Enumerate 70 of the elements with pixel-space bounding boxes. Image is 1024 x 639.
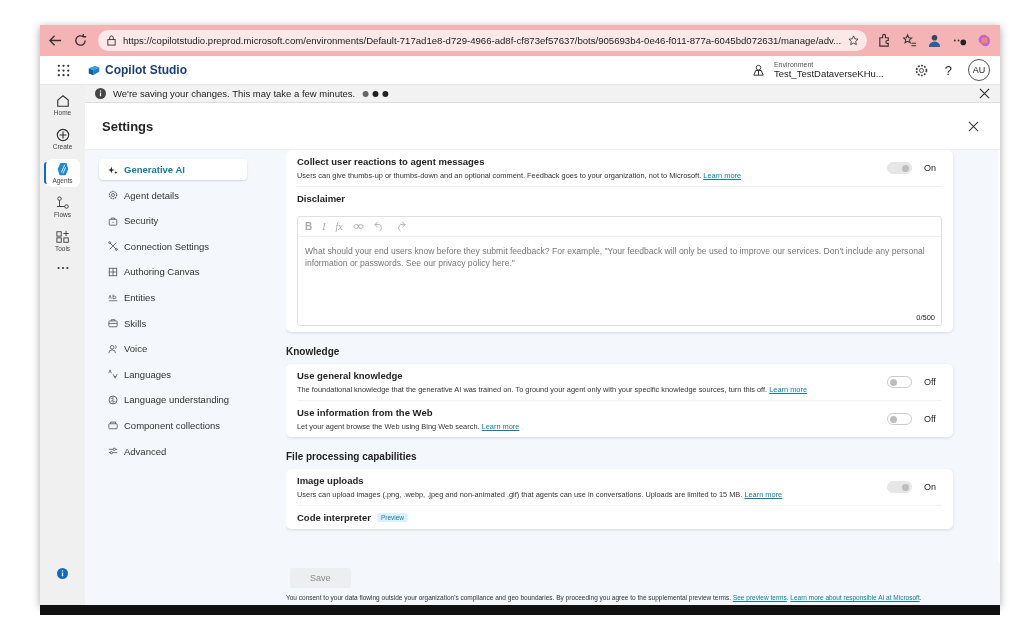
setting-title: Code interpreter: [297, 512, 371, 523]
puzzle-icon[interactable]: [877, 33, 892, 48]
translate-icon: [108, 369, 118, 380]
person-voice-icon: [108, 343, 118, 354]
profile-icon[interactable]: [927, 33, 942, 48]
globe-icon: [108, 394, 118, 405]
info-icon[interactable]: [57, 568, 68, 579]
setting-title: Use general knowledge: [297, 370, 404, 381]
app-launcher-icon[interactable]: [56, 62, 71, 78]
grid-icon: [108, 266, 118, 277]
lock-icon: [106, 35, 117, 46]
plus-circle-icon: [55, 128, 70, 142]
close-icon[interactable]: [979, 88, 990, 99]
sparkle-icon: [108, 164, 118, 175]
nav-item[interactable]: Connection Settings: [99, 235, 247, 257]
toggle-state-label: On: [924, 482, 937, 492]
loading-dots-icon: [362, 89, 390, 98]
nav-item[interactable]: Authoring Canvas: [99, 261, 247, 283]
toggle-state-label: On: [924, 163, 937, 173]
nav-item[interactable]: Skills: [99, 312, 247, 334]
close-icon[interactable]: [968, 120, 979, 132]
editor-placeholder: What should your end users know before they submit feedback? For example, "Your feedback will only be used to improve our services. Don't include any personal information or passwords. See our privacy policy here.": [304, 245, 926, 271]
section-heading: File processing capabilities: [286, 451, 418, 462]
home-icon: [55, 94, 70, 108]
lock-icon: [108, 215, 118, 226]
app-title[interactable]: Copilot Studio: [105, 63, 187, 77]
nav-item[interactable]: Voice: [99, 338, 247, 360]
toggle-state-label: Off: [924, 377, 937, 387]
url-text: https://copilotstudio.preprod.microsoft.com/environments/Default-717ad1e8-d729-4966-ad8f-cf873ef57637/bots/905693b4-0e46-f011-877a-6045bd072631/manage/adv...: [123, 35, 842, 46]
environment-name[interactable]: Test_TestDataverseKHu...: [773, 68, 884, 79]
settings-title: Settings: [102, 118, 154, 134]
nav-item[interactable]: Security: [99, 210, 247, 232]
connector-icon: [108, 241, 118, 252]
favorites-icon[interactable]: [902, 33, 917, 48]
nav-item[interactable]: Component collections: [99, 414, 247, 436]
agents-icon: [55, 162, 70, 176]
refresh-icon[interactable]: [73, 33, 88, 48]
nav-item[interactable]: Advanced: [99, 440, 247, 462]
text-icon: [108, 292, 118, 303]
toggle-switch[interactable]: [887, 162, 912, 174]
section-heading: Knowledge: [286, 346, 341, 357]
flows-icon: [55, 196, 70, 210]
logo-icon: [87, 63, 101, 77]
help-icon[interactable]: ?: [944, 62, 952, 78]
tools-icon: [55, 230, 70, 244]
briefcase-icon: [108, 318, 118, 329]
star-icon[interactable]: [848, 35, 859, 46]
address-bar[interactable]: https://copilotstudio.preprod.microsoft.com/environments/Default-717ad1e8-d729-4966-ad8f-cf873ef57637/bots/905693b4-0e46-f011-877a-6045bd072631/manage/adv...: [98, 30, 867, 51]
box-icon: [108, 420, 118, 431]
sliders-icon: [108, 446, 118, 457]
toggle-switch[interactable]: [887, 413, 912, 425]
environment-icon[interactable]: [750, 62, 766, 78]
nav-item[interactable]: Entities: [99, 286, 247, 308]
toggle-state-label: Off: [924, 414, 937, 424]
setting-title: Image uploads: [297, 475, 365, 486]
notification-text: We're saving your changes. This may take a few minutes.: [113, 88, 356, 99]
more-icon[interactable]: [55, 265, 70, 271]
gear-icon: [108, 190, 118, 201]
toggle-switch[interactable]: [887, 481, 912, 493]
setting-title: Collect user reactions to agent messages: [297, 156, 486, 167]
nav-item[interactable]: Agent details: [99, 184, 247, 206]
info-icon: [95, 88, 106, 99]
setting-title: Use information from the Web: [297, 407, 434, 418]
settings-icon[interactable]: [913, 62, 929, 78]
setting-title: Disclaimer: [297, 193, 347, 204]
nav-item[interactable]: Language understanding: [99, 389, 247, 411]
nav-item[interactable]: Languages: [99, 363, 247, 385]
back-icon[interactable]: [48, 33, 63, 48]
nav-item[interactable]: Generative AI: [99, 159, 247, 180]
toggle-switch[interactable]: [887, 376, 912, 388]
